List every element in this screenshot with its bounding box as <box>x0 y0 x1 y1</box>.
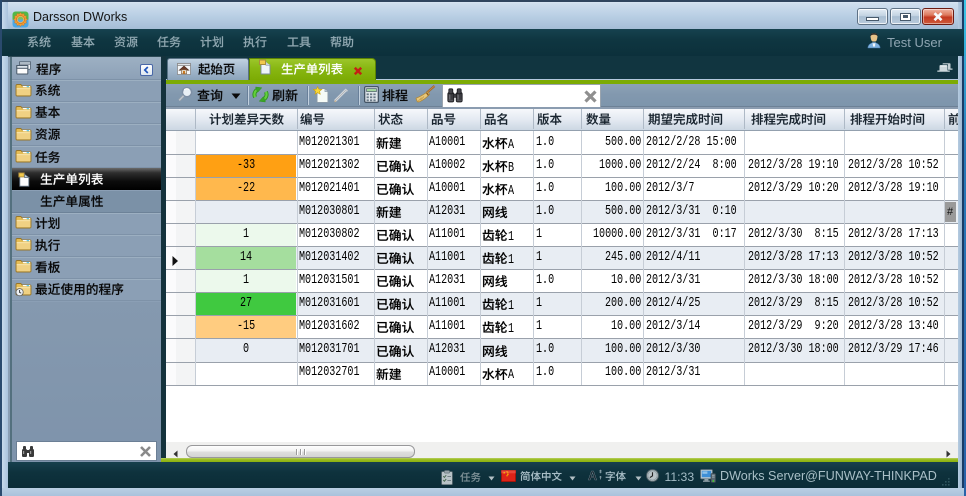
svg-text:A: A <box>588 469 597 482</box>
